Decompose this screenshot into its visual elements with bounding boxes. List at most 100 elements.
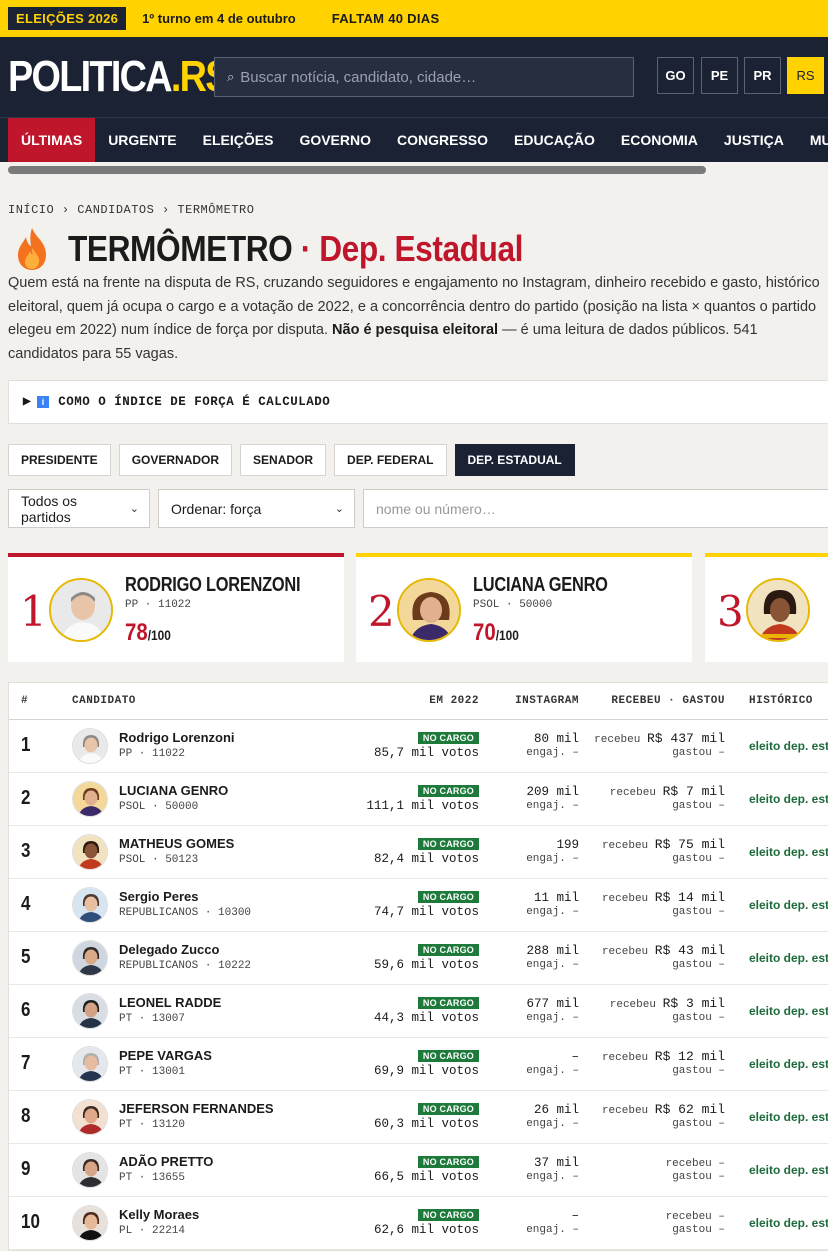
row-rank: 10 xyxy=(21,1211,40,1233)
votes-2022: 82,4 mil votos xyxy=(373,852,479,866)
votes-2022: 59,6 mil votos xyxy=(373,958,479,972)
site-logo[interactable]: POLITICA.RS xyxy=(8,55,230,99)
nav-scrollbar[interactable] xyxy=(0,162,828,180)
candidate-name[interactable]: PEPE VARGAS xyxy=(119,1048,212,1063)
fire-icon xyxy=(18,228,46,270)
candidate-party: PSOL · 50123 xyxy=(119,854,199,866)
avatar xyxy=(72,940,108,976)
first-round-date: 1º turno em 4 de outubro xyxy=(142,11,296,26)
col-instagram[interactable]: INSTAGRAM xyxy=(515,695,579,707)
nav-item-governo[interactable]: GOVERNO xyxy=(286,118,384,162)
table-row[interactable]: 3 MATHEUS GOMES PSOL · 50123 NO CARGO 82,4 m… xyxy=(9,826,828,879)
candidate-name[interactable]: Delegado Zucco xyxy=(119,942,219,957)
nav-item-ultimas[interactable]: ÚLTIMAS xyxy=(8,118,96,162)
card-rank: 2 xyxy=(368,587,395,636)
avatar xyxy=(72,887,108,923)
tab-dep-estadual[interactable]: DEP. ESTADUAL xyxy=(454,444,575,476)
scrollbar-thumb[interactable] xyxy=(8,166,706,174)
top-card-3[interactable]: 3 xyxy=(705,553,828,662)
avatar xyxy=(49,578,113,642)
state-button-pe[interactable]: PE xyxy=(701,57,738,94)
nav-item-municipios[interactable]: MUNICÍPIOS xyxy=(797,118,828,162)
table-row[interactable]: 8 JEFERSON FERNANDES PT · 13120 NO CARGO 60,… xyxy=(9,1091,828,1144)
nav-item-justica[interactable]: JUSTIÇA xyxy=(711,118,797,162)
money-spent: gastou – xyxy=(672,853,725,865)
status-badge: NO CARGO xyxy=(417,732,479,744)
tab-presidente[interactable]: PRESIDENTE xyxy=(8,444,111,476)
money-spent: gastou – xyxy=(672,1012,725,1024)
tab-governador[interactable]: GOVERNADOR xyxy=(118,444,233,476)
table-row[interactable]: 5 Delegado Zucco REPUBLICANOS · 10222 NO CA… xyxy=(9,932,828,985)
history-status: eleito dep. estadual xyxy=(749,898,828,912)
table-row[interactable]: 4 Sergio Peres REPUBLICANOS · 10300 NO CARG… xyxy=(9,879,828,932)
index-calculation-toggle[interactable]: ▶ i COMO O ÍNDICE DE FORÇA É CALCULADO xyxy=(8,380,828,424)
table-row[interactable]: 10 Kelly Moraes PL · 22214 NO CARGO 62,6 mil… xyxy=(9,1197,828,1250)
money-spent: gastou – xyxy=(672,800,725,812)
table-row[interactable]: 9 ADÃO PRETTO PT · 13655 NO CARGO 66,5 mil v… xyxy=(9,1144,828,1197)
candidate-name[interactable]: MATHEUS GOMES xyxy=(119,836,234,851)
search-input[interactable]: ⌕ Buscar notícia, candidato, cidade… xyxy=(214,57,634,97)
top-card-2[interactable]: 2 LUCIANA GENRO PSOL · 50000 70/100 xyxy=(356,553,692,662)
status-badge: NO CARGO xyxy=(417,1209,479,1221)
money-received: recebeu – xyxy=(665,1211,725,1223)
candidate-name[interactable]: LUCIANA GENRO xyxy=(119,783,228,798)
money-spent: gastou – xyxy=(672,1171,725,1183)
money-spent: gastou – xyxy=(672,906,725,918)
tab-senador[interactable]: SENADOR xyxy=(240,444,327,476)
candidate-party: PL · 22214 xyxy=(119,1225,186,1237)
candidate-name[interactable]: JEFERSON FERNANDES xyxy=(119,1101,274,1116)
col-history: HISTÓRICO xyxy=(749,695,813,707)
votes-2022: 111,1 mil votos xyxy=(366,799,479,813)
state-button-go[interactable]: GO xyxy=(657,57,694,94)
votes-2022: 62,6 mil votos xyxy=(373,1223,479,1237)
instagram-followers: 37 mil xyxy=(533,1156,579,1170)
card-score: 70/100 xyxy=(473,619,519,646)
avatar xyxy=(72,728,108,764)
candidate-name[interactable]: LEONEL RADDE xyxy=(119,995,221,1010)
card-score: 78/100 xyxy=(125,619,171,646)
table-row[interactable]: 6 LEONEL RADDE PT · 13007 NO CARGO 44,3 mil … xyxy=(9,985,828,1038)
candidate-name[interactable]: Kelly Moraes xyxy=(119,1207,199,1222)
col-2022[interactable]: EM 2022 xyxy=(429,695,479,707)
table-row[interactable]: 2 LUCIANA GENRO PSOL · 50000 NO CARGO 111,1 … xyxy=(9,773,828,826)
state-button-rs[interactable]: RS xyxy=(787,57,824,94)
nav-item-educacao[interactable]: EDUCAÇÃO xyxy=(501,118,608,162)
status-badge: NO CARGO xyxy=(417,1103,479,1115)
candidate-search-input[interactable]: nome ou número… xyxy=(363,489,828,528)
col-candidate[interactable]: CANDIDATO xyxy=(72,695,136,707)
instagram-followers: – xyxy=(571,1050,579,1064)
instagram-engagement: engaj. – xyxy=(526,1224,579,1236)
candidate-party: PT · 13001 xyxy=(119,1066,186,1078)
col-money[interactable]: RECEBEU · GASTOU xyxy=(611,695,725,707)
candidate-name[interactable]: Rodrigo Lorenzoni xyxy=(119,730,235,745)
nav-item-congresso[interactable]: CONGRESSO xyxy=(384,118,501,162)
filters: Todos os partidos ⌄ Ordenar: força ⌄ nome … xyxy=(8,489,828,528)
instagram-followers: 80 mil xyxy=(533,732,579,746)
tab-dep-federal[interactable]: DEP. FEDERAL xyxy=(334,444,447,476)
instagram-engagement: engaj. – xyxy=(526,1012,579,1024)
nav-item-eleicoes[interactable]: ELEIÇÕES xyxy=(190,118,287,162)
top-card-1[interactable]: 1 RODRIGO LORENZONI PP · 11022 78/100 xyxy=(8,553,344,662)
table-row[interactable]: 7 PEPE VARGAS PT · 13001 NO CARGO 69,9 mil v… xyxy=(9,1038,828,1091)
nav-item-urgente[interactable]: URGENTE xyxy=(95,118,189,162)
state-button-pr[interactable]: PR xyxy=(744,57,781,94)
history-status: eleito dep. estadual xyxy=(749,1057,828,1071)
money-received: recebeu R$ 7 mil xyxy=(609,784,725,799)
candidate-party: REPUBLICANOS · 10300 xyxy=(119,907,252,919)
party-select[interactable]: Todos os partidos ⌄ xyxy=(8,489,150,528)
avatar xyxy=(72,1046,108,1082)
money-received: recebeu – xyxy=(665,1158,725,1170)
instagram-engagement: engaj. – xyxy=(526,853,579,865)
money-spent: gastou – xyxy=(672,959,725,971)
nav-item-economia[interactable]: ECONOMIA xyxy=(608,118,711,162)
avatar xyxy=(746,578,810,642)
money-spent: gastou – xyxy=(672,1118,725,1130)
order-select[interactable]: Ordenar: força ⌄ xyxy=(158,489,355,528)
table-row[interactable]: 1 Rodrigo Lorenzoni PP · 11022 NO CARGO 85,7… xyxy=(9,720,828,773)
candidate-party: PP · 11022 xyxy=(119,748,186,760)
row-rank: 9 xyxy=(21,1158,31,1180)
candidate-name[interactable]: ADÃO PRETTO xyxy=(119,1154,213,1169)
candidate-name[interactable]: Sergio Peres xyxy=(119,889,199,904)
row-rank: 5 xyxy=(21,946,31,968)
money-spent: gastou – xyxy=(672,747,725,759)
